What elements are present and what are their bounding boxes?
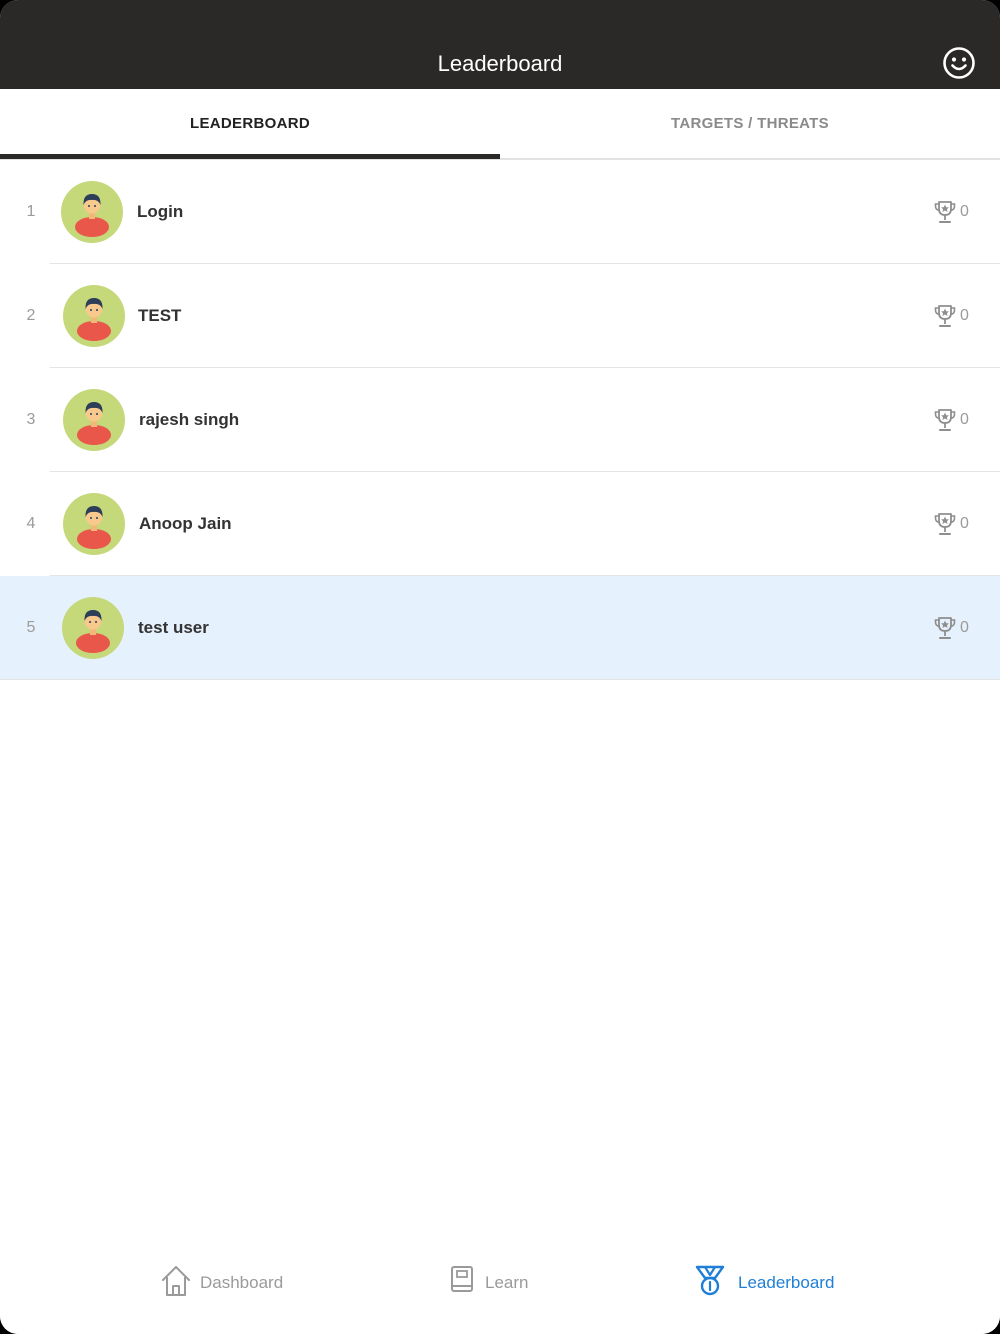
user-avatar-icon: [63, 389, 125, 451]
score-value: 0: [960, 307, 969, 324]
score-value: 0: [960, 411, 969, 428]
user-avatar-icon: [63, 493, 125, 555]
nav-leaderboard[interactable]: Leaderboard: [694, 1263, 844, 1303]
trophy-icon: [934, 201, 956, 223]
user-avatar-icon: [62, 597, 124, 659]
nav-learn-label: Learn: [485, 1273, 529, 1292]
leaderboard-list: 1 Login 0 2 TEST 0 3 rajesh singh 0 4 An…: [0, 160, 1000, 680]
page-title: Leaderboard: [437, 51, 563, 76]
trophy-icon: [934, 513, 956, 535]
rank-number: 5: [26, 619, 36, 636]
medal-icon: [695, 1265, 725, 1296]
rank-number: 3: [26, 411, 36, 428]
leaderboard-row[interactable]: 4 Anoop Jain 0: [0, 472, 1000, 576]
smiley-face-icon[interactable]: [942, 46, 976, 80]
trophy-icon: [934, 305, 956, 327]
score-value: 0: [960, 619, 969, 636]
nav-dashboard-label: Dashboard: [200, 1273, 284, 1292]
leaderboard-row-current-user[interactable]: 5 test user 0: [0, 576, 1000, 680]
nav-leaderboard-label: Leaderboard: [738, 1273, 835, 1292]
user-avatar-icon: [61, 181, 123, 243]
user-name: test user: [138, 618, 209, 637]
user-name: TEST: [138, 306, 182, 325]
home-icon: [162, 1266, 190, 1296]
tab-leaderboard[interactable]: LEADERBOARD: [0, 89, 500, 158]
user-name: rajesh singh: [139, 410, 240, 429]
score-value: 0: [960, 515, 969, 532]
rank-number: 2: [26, 307, 36, 324]
leaderboard-row[interactable]: 3 rajesh singh 0: [0, 368, 1000, 472]
app-header: Leaderboard: [0, 0, 1000, 89]
trophy-icon: [934, 409, 956, 431]
rank-number: 1: [26, 203, 36, 220]
leaderboard-screen: Leaderboard LEADERBOARD TARGETS / THREAT…: [0, 0, 1000, 1334]
book-icon: [451, 1266, 473, 1292]
tab-bar: LEADERBOARD TARGETS / THREATS: [0, 89, 1000, 160]
user-name: Anoop Jain: [139, 514, 232, 533]
active-tab-indicator: [0, 154, 500, 159]
row-divider: [0, 679, 1000, 680]
nav-learn[interactable]: Learn: [450, 1263, 540, 1303]
rank-number: 4: [26, 515, 36, 532]
user-name: Login: [137, 202, 184, 221]
trophy-icon: [934, 617, 956, 639]
leaderboard-row[interactable]: 1 Login 0: [0, 160, 1000, 264]
user-avatar-icon: [63, 285, 125, 347]
nav-dashboard[interactable]: Dashboard: [160, 1263, 290, 1303]
leaderboard-row[interactable]: 2 TEST 0: [0, 264, 1000, 368]
tab-targets-threats[interactable]: TARGETS / THREATS: [500, 89, 1000, 158]
score-value: 0: [960, 203, 969, 220]
